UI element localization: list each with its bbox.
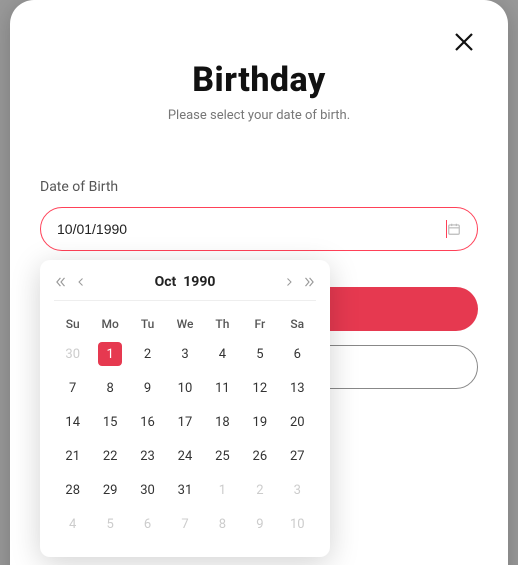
calendar-day[interactable]: 4 <box>54 507 91 541</box>
calendar-day[interactable]: 30 <box>129 473 166 507</box>
calendar-title[interactable]: Oct 1990 <box>155 274 216 290</box>
calendar-day[interactable]: 22 <box>91 439 128 473</box>
prev-month-button[interactable] <box>74 275 88 289</box>
chevron-left-icon <box>75 276 87 288</box>
calendar-dow: We <box>166 311 203 337</box>
calendar-day[interactable]: 12 <box>241 371 278 405</box>
calendar-day[interactable]: 14 <box>54 405 91 439</box>
calendar-day[interactable]: 7 <box>166 507 203 541</box>
chevron-right-icon <box>283 276 295 288</box>
calendar-day[interactable]: 4 <box>204 337 241 371</box>
calendar-day[interactable]: 31 <box>166 473 203 507</box>
calendar-day[interactable]: 9 <box>241 507 278 541</box>
calendar-icon <box>447 222 461 236</box>
calendar-day[interactable]: 24 <box>166 439 203 473</box>
calendar-month-label: Oct <box>155 274 177 290</box>
calendar-day[interactable]: 18 <box>204 405 241 439</box>
calendar-dow: Th <box>204 311 241 337</box>
calendar-day[interactable]: 28 <box>54 473 91 507</box>
calendar-day[interactable]: 26 <box>241 439 278 473</box>
next-year-button[interactable] <box>302 275 316 289</box>
date-picker-popover: Oct 1990 SuMoTuWeThFrSa30123456789101112… <box>40 260 330 557</box>
calendar-day[interactable]: 27 <box>279 439 316 473</box>
calendar-day[interactable]: 15 <box>91 405 128 439</box>
calendar-day[interactable]: 3 <box>279 473 316 507</box>
calendar-day[interactable]: 19 <box>241 405 278 439</box>
calendar-day[interactable]: 20 <box>279 405 316 439</box>
calendar-day[interactable]: 5 <box>241 337 278 371</box>
calendar-day[interactable]: 10 <box>166 371 203 405</box>
dob-input-wrap[interactable] <box>40 207 478 251</box>
modal-subtitle: Please select your date of birth. <box>40 108 478 123</box>
calendar-day[interactable]: 16 <box>129 405 166 439</box>
modal-title: Birthday <box>40 60 478 100</box>
calendar-day[interactable]: 7 <box>54 371 91 405</box>
prev-year-button[interactable] <box>54 275 68 289</box>
calendar-year-label: 1990 <box>183 274 215 290</box>
calendar-day[interactable]: 2 <box>129 337 166 371</box>
calendar-day[interactable]: 2 <box>241 473 278 507</box>
double-chevron-left-icon <box>54 275 68 289</box>
calendar-day[interactable]: 8 <box>91 371 128 405</box>
calendar-day[interactable]: 10 <box>279 507 316 541</box>
calendar-dow: Mo <box>91 311 128 337</box>
calendar-day[interactable]: 13 <box>279 371 316 405</box>
calendar-dow: Su <box>54 311 91 337</box>
calendar-day[interactable]: 25 <box>204 439 241 473</box>
calendar-day[interactable]: 9 <box>129 371 166 405</box>
calendar-day[interactable]: 21 <box>54 439 91 473</box>
calendar-day[interactable]: 11 <box>204 371 241 405</box>
double-chevron-right-icon <box>302 275 316 289</box>
calendar-dow: Fr <box>241 311 278 337</box>
calendar-day[interactable]: 23 <box>129 439 166 473</box>
calendar-day[interactable]: 6 <box>279 337 316 371</box>
dob-label: Date of Birth <box>40 179 478 195</box>
calendar-dow: Tu <box>129 311 166 337</box>
calendar-day[interactable]: 1 <box>204 473 241 507</box>
close-button[interactable] <box>450 28 478 56</box>
next-month-button[interactable] <box>282 275 296 289</box>
dob-input[interactable] <box>57 221 448 237</box>
calendar-day[interactable]: 1 <box>91 337 128 371</box>
calendar-day[interactable]: 3 <box>166 337 203 371</box>
calendar-day[interactable]: 29 <box>91 473 128 507</box>
calendar-day[interactable]: 6 <box>129 507 166 541</box>
calendar-day[interactable]: 5 <box>91 507 128 541</box>
close-icon <box>452 30 476 54</box>
birthday-modal: Birthday Please select your date of birt… <box>10 0 508 565</box>
calendar-day[interactable]: 17 <box>166 405 203 439</box>
calendar-day[interactable]: 8 <box>204 507 241 541</box>
calendar-dow: Sa <box>279 311 316 337</box>
calendar-day[interactable]: 30 <box>54 337 91 371</box>
